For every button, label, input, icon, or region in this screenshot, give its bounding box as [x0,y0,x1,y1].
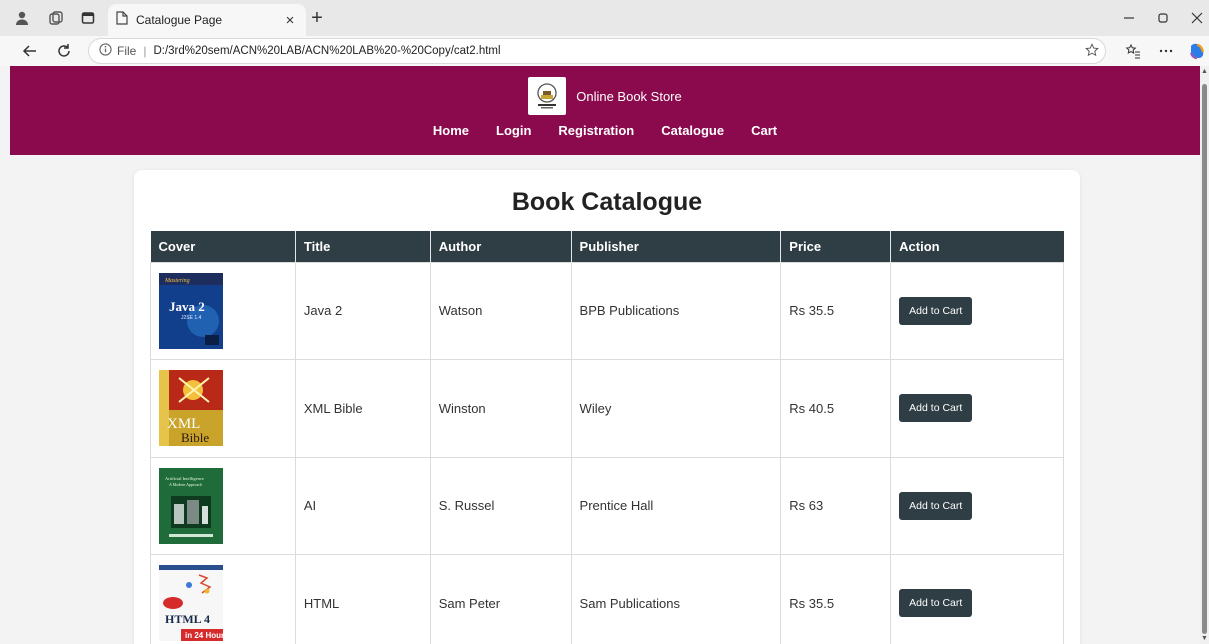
action-cell: Add to Cart [890,456,1064,555]
url-separator: | [143,44,147,58]
svg-text:HTML 4: HTML 4 [165,612,210,626]
new-tab-button[interactable]: + [306,8,328,30]
column-header-price: Price [780,231,892,262]
browser-address-bar: File | D:/3rd%20sem/ACN%20LAB/ACN%20LAB%… [0,36,1209,66]
cover-cell: Artificial Intelligence A Modern Approac… [150,456,296,555]
brand-name: Online Book Store [576,88,682,104]
workspaces-icon[interactable] [46,8,66,28]
refresh-icon[interactable] [54,41,74,61]
publisher-cell: Sam Publications [570,554,782,644]
column-header-publisher: Publisher [571,231,782,262]
action-cell: Add to Cart [890,554,1064,644]
book-cover-java-2: Mastering Java 2 J2SE 1.4 [159,272,223,349]
cover-cell: Mastering Java 2 J2SE 1.4 [150,261,296,360]
tab-actions-icon[interactable] [78,8,98,28]
add-to-cart-button[interactable]: Add to Cart [899,296,973,325]
table-row: Artificial Intelligence A Modern Approac… [150,456,1064,555]
brand: Online Book Store [10,77,1200,115]
svg-text:A Modern Approach: A Modern Approach [169,482,202,487]
main-nav: Home Login Registration Catalogue Cart [10,123,1200,138]
title-cell: XML Bible [294,359,431,458]
book-cover-xml-bible: XML Bible [159,370,223,447]
nav-registration[interactable]: Registration [558,123,634,138]
nav-cart[interactable]: Cart [751,123,777,138]
price-cell: Rs 35.5 [780,261,892,360]
url-text[interactable]: D:/3rd%20sem/ACN%20LAB/ACN%20LAB%20-%20C… [153,45,500,57]
scroll-thumb[interactable] [1202,84,1207,634]
book-cover-ai: Artificial Intelligence A Modern Approac… [159,467,223,544]
tab-title: Catalogue Page [136,13,223,27]
browser-tab-bar: Catalogue Page × + [0,0,1209,36]
svg-text:J2SE 1.4: J2SE 1.4 [181,315,202,321]
add-to-cart-button[interactable]: Add to Cart [899,589,973,618]
column-header-author: Author [430,231,572,262]
copilot-icon[interactable] [1187,41,1207,61]
site-header: Online Book Store Home Login Registratio… [10,66,1200,155]
nav-catalogue[interactable]: Catalogue [661,123,724,138]
profile-icon[interactable] [12,8,32,28]
action-cell: Add to Cart [890,359,1064,458]
favorite-star-icon[interactable] [1085,43,1099,61]
book-table: Cover Title Author Publisher Price Actio… [150,231,1064,644]
publisher-cell: BPB Publications [570,261,782,360]
column-header-action: Action [890,231,1064,262]
cover-cell: HTML 4 in 24 Hours [150,554,296,644]
author-cell: Winston [429,359,572,458]
back-arrow-icon[interactable] [20,41,40,61]
author-cell: Watson [429,261,572,360]
column-header-cover: Cover [150,231,296,262]
price-cell: Rs 63 [780,456,892,555]
table-row: Mastering Java 2 J2SE 1.4 Java 2 Watson … [150,261,1064,360]
catalogue-card: Book Catalogue Cover Title Author Publis… [134,170,1080,644]
book-cover-html-4: HTML 4 in 24 Hours [159,565,223,642]
author-cell: S. Russel [429,456,572,555]
url-scheme-label: File [117,44,137,58]
more-options-icon[interactable] [1156,41,1176,61]
add-to-cart-button[interactable]: Add to Cart [899,394,973,423]
page-viewport: Online Book Store Home Login Registratio… [0,66,1200,644]
nav-home[interactable]: Home [433,123,469,138]
site-info-icon[interactable] [99,43,112,59]
svg-text:in 24 Hours: in 24 Hours [185,631,223,640]
url-field[interactable]: File | D:/3rd%20sem/ACN%20LAB/ACN%20LAB%… [88,38,1106,64]
nav-login[interactable]: Login [496,123,531,138]
page-scrollbar[interactable]: ▲ ▼ [1200,66,1209,644]
close-tab-icon[interactable]: × [282,12,298,29]
scroll-down-arrow-icon[interactable]: ▼ [1201,635,1208,642]
table-row: XML Bible XML Bible Winston Wiley Rs 40.… [150,359,1064,458]
svg-text:Mastering: Mastering [164,278,190,284]
restore-icon[interactable] [1155,10,1171,26]
minimize-icon[interactable] [1121,10,1137,26]
column-header-title: Title [295,231,431,262]
action-cell: Add to Cart [890,261,1064,360]
svg-text:Bible: Bible [181,430,209,445]
author-cell: Sam Peter [429,554,572,644]
scroll-up-arrow-icon[interactable]: ▲ [1201,68,1208,75]
favorites-icon[interactable] [1123,41,1143,61]
tab-catalogue-page[interactable]: Catalogue Page × [108,4,306,36]
title-cell: Java 2 [294,261,431,360]
svg-text:Artificial Intelligence: Artificial Intelligence [165,476,204,481]
cover-cell: XML Bible [150,359,296,458]
store-logo [528,77,567,115]
price-cell: Rs 40.5 [780,359,892,458]
page-icon [116,10,128,30]
table-header-row: Cover Title Author Publisher Price Actio… [150,231,1064,262]
title-cell: HTML [294,554,431,644]
add-to-cart-button[interactable]: Add to Cart [899,491,973,520]
svg-text:Java 2: Java 2 [169,299,205,314]
title-cell: AI [294,456,431,555]
price-cell: Rs 35.5 [780,554,892,644]
page-title: Book Catalogue [511,188,703,216]
table-row: HTML 4 in 24 Hours HTML Sam Peter Sam Pu… [150,554,1064,644]
close-window-icon[interactable] [1189,10,1205,26]
publisher-cell: Prentice Hall [570,456,782,555]
publisher-cell: Wiley [570,359,782,458]
